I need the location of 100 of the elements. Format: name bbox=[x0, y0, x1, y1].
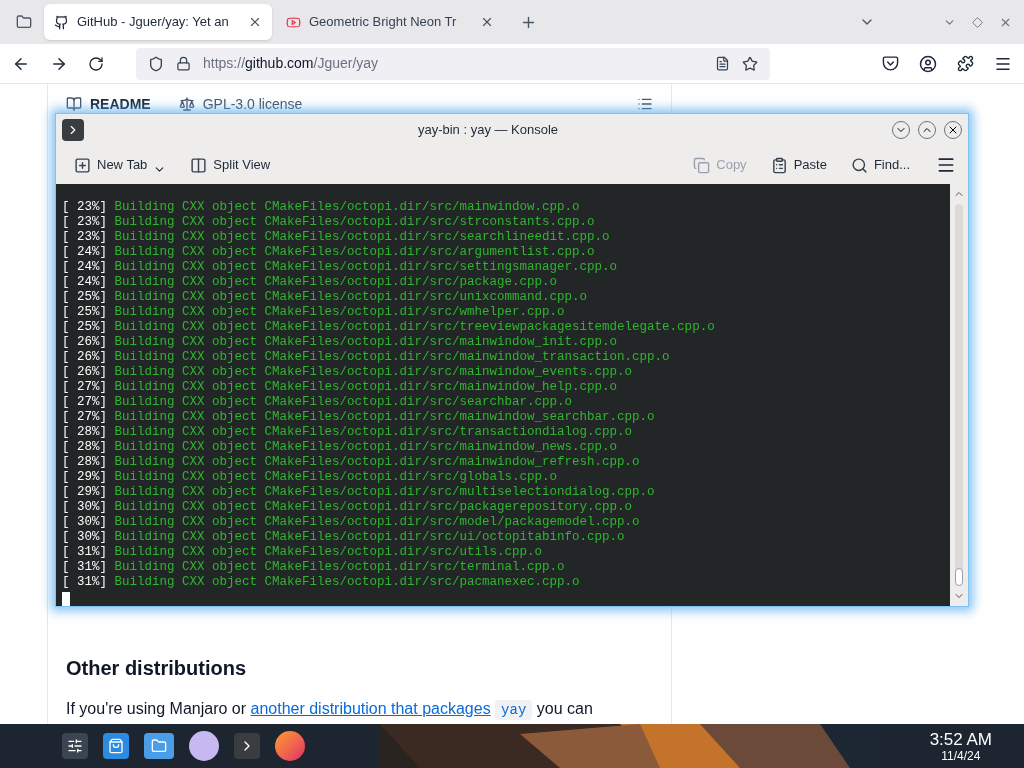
progress-text: [ 28%] bbox=[62, 425, 107, 440]
maximize-icon[interactable] bbox=[972, 16, 983, 28]
progress-text: [ 24%] bbox=[62, 275, 107, 290]
outline-icon[interactable] bbox=[637, 96, 653, 112]
build-output: Building CXX object CMakeFiles/octopi.dir/src/transactiondialog.cpp.o bbox=[114, 425, 633, 440]
progress-text: [ 26%] bbox=[62, 365, 107, 380]
progress-text: [ 24%] bbox=[62, 245, 107, 260]
progress-text: [ 30%] bbox=[62, 515, 107, 530]
readme-tab[interactable]: README bbox=[90, 96, 151, 112]
build-output: Building CXX object CMakeFiles/octopi.dir/src/globals.cpp.o bbox=[114, 470, 558, 485]
build-output: Building CXX object CMakeFiles/octopi.dir/src/mainwindow_transaction.cpp.o bbox=[114, 350, 670, 365]
progress-text: [ 25%] bbox=[62, 320, 107, 335]
browser-tab[interactable]: Geometric Bright Neon Tr bbox=[276, 4, 504, 40]
build-output: Building CXX object CMakeFiles/octopi.dir/src/model/packagemodel.cpp.o bbox=[114, 515, 640, 530]
search-icon bbox=[850, 156, 868, 174]
toolbar-button[interactable]: Paste bbox=[764, 151, 833, 179]
build-output: Building CXX object CMakeFiles/octopi.dir/src/wmhelper.cpp.o bbox=[114, 305, 565, 320]
progress-text: [ 31%] bbox=[62, 545, 107, 560]
github-icon bbox=[54, 14, 69, 30]
build-output: Building CXX object CMakeFiles/octopi.dir/src/terminal.cpp.o bbox=[114, 560, 565, 575]
build-output: Building CXX object CMakeFiles/octopi.dir/src/mainwindow_refresh.cpp.o bbox=[114, 455, 640, 470]
pocket-icon[interactable] bbox=[882, 55, 899, 72]
build-output: Building CXX object CMakeFiles/octopi.dir/src/utils.cpp.o bbox=[114, 545, 543, 560]
build-output: Building CXX object CMakeFiles/octopi.dir/src/mainwindow.cpp.o bbox=[114, 200, 580, 215]
video-icon bbox=[286, 14, 301, 30]
license-tab[interactable]: GPL-3.0 license bbox=[202, 96, 303, 112]
account-icon[interactable] bbox=[919, 54, 937, 73]
progress-text: [ 27%] bbox=[62, 380, 107, 395]
window-title: yay-bin : yay — Konsole bbox=[416, 121, 560, 140]
progress-text: [ 29%] bbox=[62, 485, 107, 500]
progress-text: [ 27%] bbox=[62, 410, 107, 425]
split-view-icon bbox=[190, 156, 208, 174]
build-output: Building CXX object CMakeFiles/octopi.dir/src/multiselectiondialog.cpp.o bbox=[114, 485, 655, 500]
progress-text: [ 23%] bbox=[62, 215, 107, 230]
settings-icon[interactable] bbox=[62, 733, 88, 759]
toolbar-button[interactable]: Split View bbox=[184, 151, 277, 179]
build-output: Building CXX object CMakeFiles/octopi.dir/src/unixcommand.cpp.o bbox=[114, 290, 588, 305]
paragraph: If you're using Manjaro or another distribution that packages yay you can bbox=[66, 699, 594, 720]
build-output: Building CXX object CMakeFiles/octopi.dir/src/mainwindow_searchbar.cpp.o bbox=[114, 410, 655, 425]
progress-text: [ 27%] bbox=[62, 395, 107, 410]
progress-text: [ 28%] bbox=[62, 440, 107, 455]
build-output: Building CXX object CMakeFiles/octopi.dir/src/mainwindow_help.cpp.o bbox=[114, 380, 618, 395]
copy-icon bbox=[693, 156, 711, 174]
text-cursor bbox=[62, 592, 70, 606]
progress-text: [ 26%] bbox=[62, 335, 107, 350]
build-output: Building CXX object CMakeFiles/octopi.dir/src/settingsmanager.cpp.o bbox=[114, 260, 618, 275]
progress-text: [ 26%] bbox=[62, 350, 107, 365]
url-text: https://github.com/Jguer/yay bbox=[203, 54, 379, 73]
extensions-icon[interactable] bbox=[957, 55, 974, 72]
progress-text: [ 29%] bbox=[62, 470, 107, 485]
build-output: Building CXX object CMakeFiles/octopi.dir/src/mainwindow_news.cpp.o bbox=[114, 440, 618, 455]
section-heading: Other distributions bbox=[66, 656, 247, 680]
hamburger-menu-icon[interactable] bbox=[936, 155, 956, 175]
build-output: Building CXX object CMakeFiles/octopi.dir/src/packagerepository.cpp.o bbox=[114, 500, 633, 515]
clipboard-icon bbox=[770, 156, 788, 174]
build-output: Building CXX object CMakeFiles/octopi.dir/src/searchbar.cpp.o bbox=[114, 395, 573, 410]
book-icon bbox=[66, 96, 82, 112]
build-output: Building CXX object CMakeFiles/octopi.dir/src/pacmanexec.cpp.o bbox=[114, 575, 580, 590]
progress-text: [ 28%] bbox=[62, 455, 107, 470]
folder-icon bbox=[16, 14, 32, 30]
progress-text: [ 31%] bbox=[62, 575, 107, 590]
star-icon[interactable] bbox=[742, 55, 758, 72]
close-icon[interactable] bbox=[248, 15, 262, 29]
new-tab-icon bbox=[74, 156, 91, 174]
terminal-app-icon[interactable] bbox=[62, 119, 84, 141]
scale-icon bbox=[178, 96, 195, 112]
clock-time[interactable]: 3:52 AM bbox=[929, 730, 992, 748]
scrollbar[interactable] bbox=[950, 184, 968, 606]
build-output: Building CXX object CMakeFiles/octopi.dir/src/package.cpp.o bbox=[114, 275, 558, 290]
close-icon[interactable] bbox=[480, 15, 494, 29]
store-icon[interactable] bbox=[103, 733, 129, 759]
folder-icon[interactable] bbox=[144, 733, 174, 759]
progress-text: [ 30%] bbox=[62, 500, 107, 515]
build-output: Building CXX object CMakeFiles/octopi.dir/src/ui/octopitabinfo.cpp.o bbox=[114, 530, 625, 545]
toolbar-button[interactable]: Find... bbox=[844, 151, 916, 179]
toolbar-button[interactable]: New Tab bbox=[68, 150, 173, 180]
clock-date[interactable]: 11/4/24 bbox=[941, 749, 981, 762]
progress-text: [ 25%] bbox=[62, 290, 107, 305]
lock-icon bbox=[176, 56, 191, 71]
scrollbar-handle[interactable] bbox=[955, 568, 963, 586]
progress-text: [ 23%] bbox=[62, 200, 107, 215]
build-output: Building CXX object CMakeFiles/octopi.dir/src/argumentlist.cpp.o bbox=[114, 245, 595, 260]
browser-tab[interactable]: GitHub - Jguer/yay: Yet an bbox=[44, 4, 272, 40]
build-output: Building CXX object CMakeFiles/octopi.dir/src/strconstants.cpp.o bbox=[114, 215, 595, 230]
address-bar[interactable]: https://github.com/Jguer/yay bbox=[136, 47, 770, 80]
build-output: Building CXX object CMakeFiles/octopi.dir/src/mainwindow_init.cpp.o bbox=[114, 335, 618, 350]
progress-text: [ 24%] bbox=[62, 260, 107, 275]
terminal-icon[interactable] bbox=[234, 733, 260, 759]
progress-text: [ 25%] bbox=[62, 305, 107, 320]
link[interactable]: another distribution that packages bbox=[250, 700, 491, 717]
reload-icon[interactable] bbox=[88, 55, 104, 72]
progress-text: [ 23%] bbox=[62, 230, 107, 245]
reader-view-icon[interactable] bbox=[715, 56, 730, 71]
build-output: Building CXX object CMakeFiles/octopi.dir/src/searchlineedit.cpp.o bbox=[114, 230, 610, 245]
progress-text: [ 31%] bbox=[62, 560, 107, 575]
build-output: Building CXX object CMakeFiles/octopi.dir/src/treeviewpackagesitemdelegate.cpp.o bbox=[114, 320, 715, 335]
terminal-area[interactable] bbox=[56, 184, 950, 606]
shield-icon bbox=[148, 55, 164, 72]
close-icon bbox=[947, 124, 959, 136]
progress-text: [ 30%] bbox=[62, 530, 107, 545]
